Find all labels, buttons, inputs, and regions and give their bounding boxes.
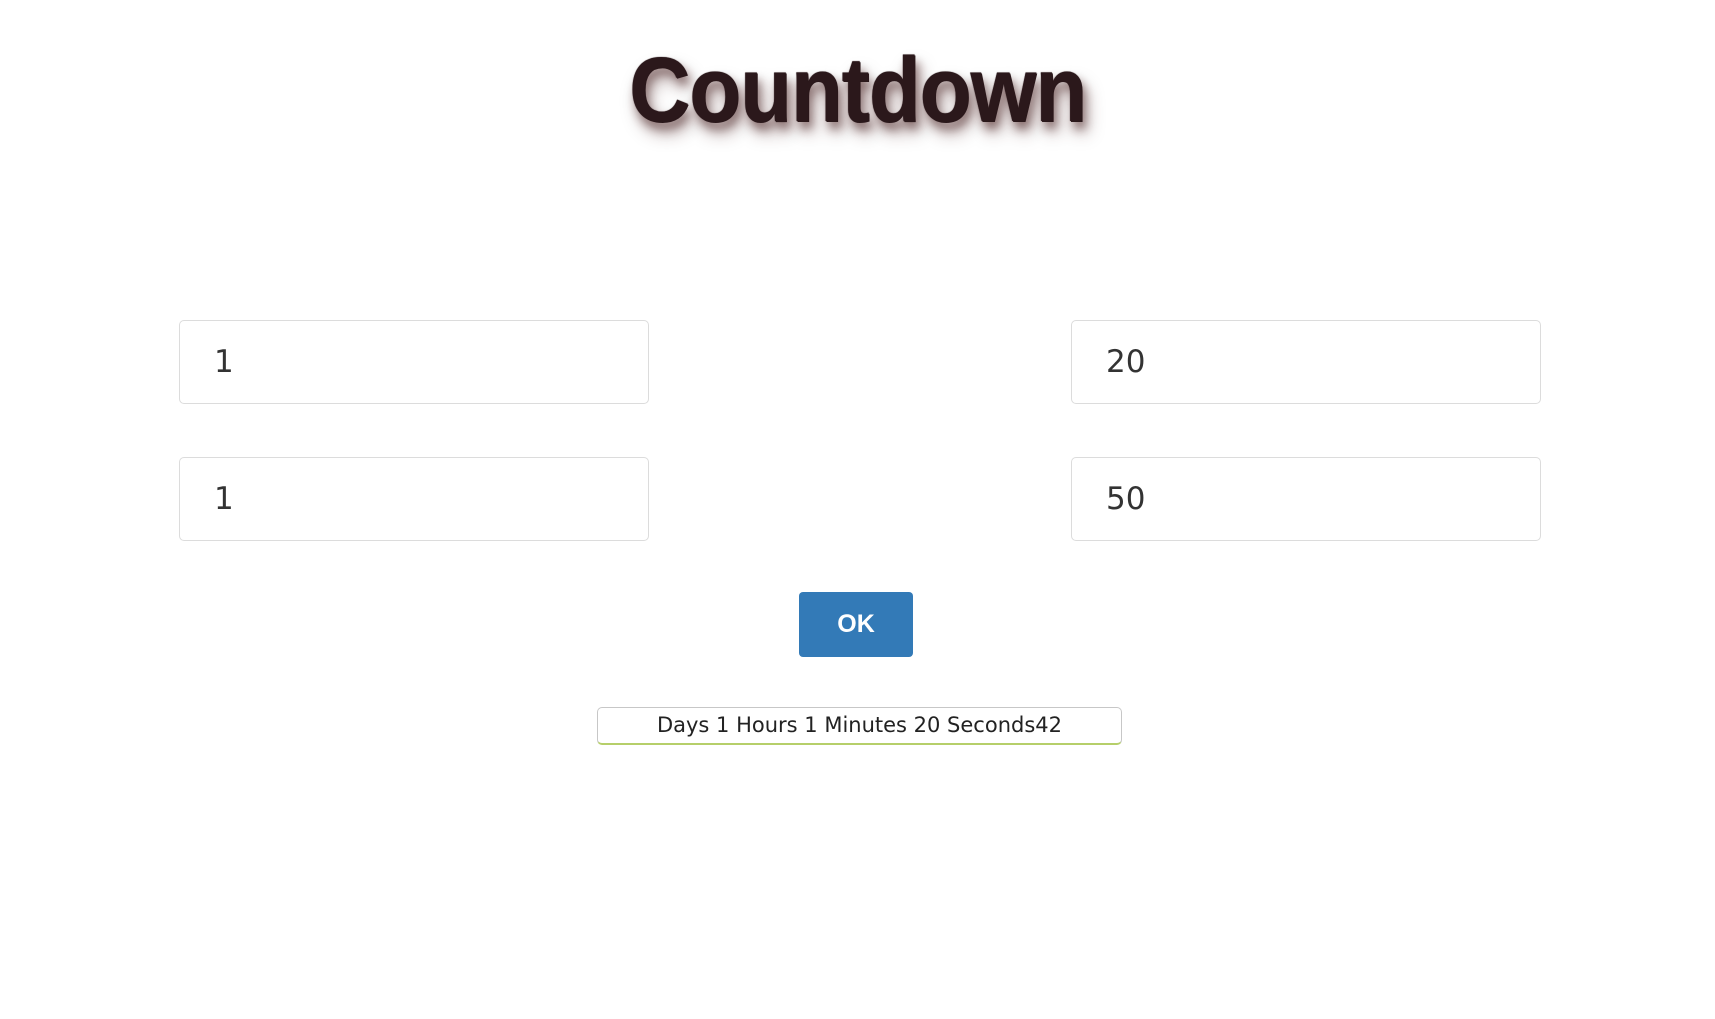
page-title: Countdown (628, 39, 1087, 141)
seconds-input[interactable] (1071, 457, 1541, 541)
days-input[interactable] (179, 320, 649, 404)
minutes-input[interactable] (1071, 320, 1541, 404)
countdown-result: Days 1 Hours 1 Minutes 20 Seconds42 (597, 707, 1122, 745)
ok-button[interactable]: OK (799, 592, 913, 657)
hours-input[interactable] (179, 457, 649, 541)
